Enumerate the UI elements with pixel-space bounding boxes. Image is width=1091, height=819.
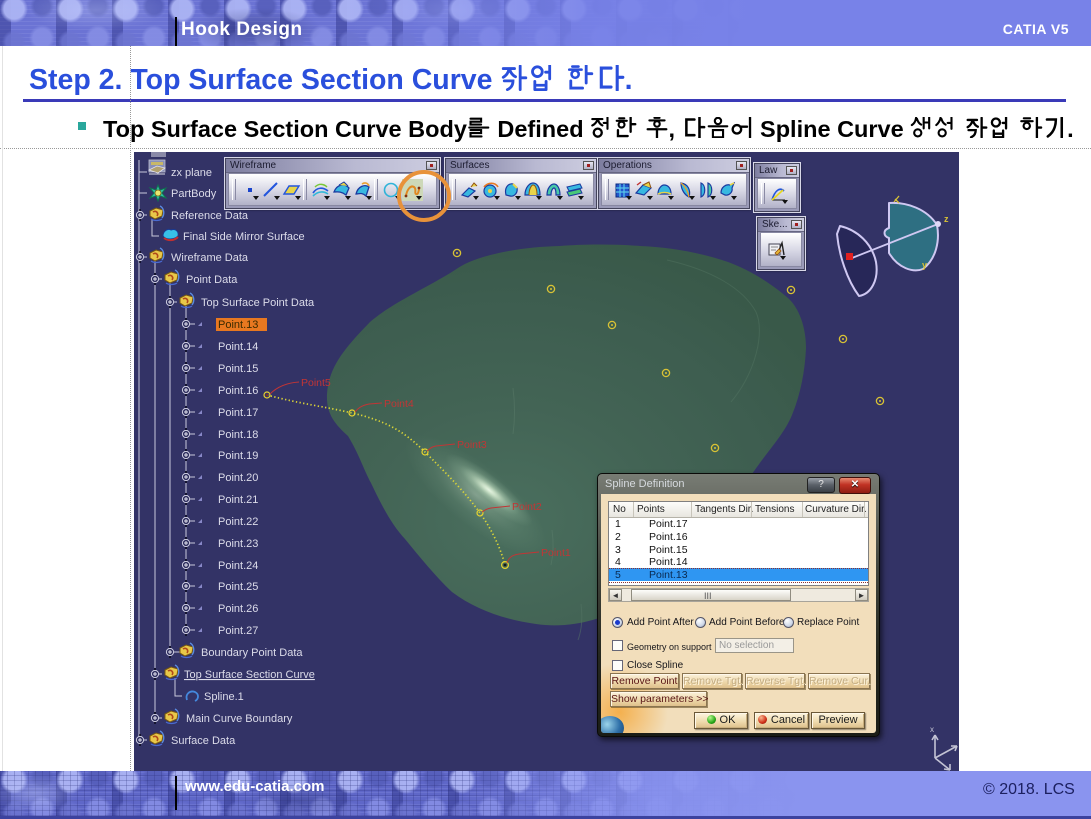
svg-text:Point3: Point3 bbox=[457, 439, 487, 451]
svg-text:Point.17: Point.17 bbox=[218, 407, 258, 419]
svg-text:Point.25: Point.25 bbox=[218, 581, 258, 593]
svg-text:Point.23: Point.23 bbox=[218, 538, 258, 550]
svg-text:Point.24: Point.24 bbox=[218, 560, 258, 572]
svg-text:zx plane: zx plane bbox=[171, 167, 212, 179]
svg-text:Point.20: Point.20 bbox=[218, 472, 258, 484]
svg-text:Main Curve Boundary: Main Curve Boundary bbox=[186, 713, 293, 725]
svg-text:Point.22: Point.22 bbox=[218, 516, 258, 528]
svg-text:Point4: Point4 bbox=[384, 398, 414, 410]
svg-text:x: x bbox=[930, 725, 934, 734]
svg-text:Wireframe Data: Wireframe Data bbox=[171, 252, 249, 264]
svg-text:Surface Data: Surface Data bbox=[171, 735, 236, 747]
svg-text:Point.15: Point.15 bbox=[218, 363, 258, 375]
svg-text:Point.21: Point.21 bbox=[218, 494, 258, 506]
svg-text:Point2: Point2 bbox=[512, 501, 542, 513]
svg-text:Point1: Point1 bbox=[541, 547, 571, 559]
svg-text:Final Side Mirror Surface: Final Side Mirror Surface bbox=[183, 231, 305, 243]
svg-text:z: z bbox=[944, 214, 949, 224]
svg-text:Point.16: Point.16 bbox=[218, 385, 258, 397]
svg-text:Point.27: Point.27 bbox=[218, 625, 258, 637]
svg-text:Top Surface Section Curve: Top Surface Section Curve bbox=[184, 669, 315, 681]
svg-text:Spline.1: Spline.1 bbox=[204, 691, 244, 703]
svg-text:PartBody: PartBody bbox=[171, 188, 217, 200]
svg-text:Point Data: Point Data bbox=[186, 274, 238, 286]
svg-text:Point5: Point5 bbox=[301, 377, 331, 389]
svg-text:Point.14: Point.14 bbox=[218, 341, 258, 353]
svg-text:Boundary Point Data: Boundary Point Data bbox=[201, 647, 303, 659]
svg-text:Point.13: Point.13 bbox=[218, 319, 258, 331]
svg-text:Reference Data: Reference Data bbox=[171, 210, 249, 222]
svg-text:Point.18: Point.18 bbox=[218, 429, 258, 441]
svg-text:Point.26: Point.26 bbox=[218, 603, 258, 615]
svg-text:Top Surface Point Data: Top Surface Point Data bbox=[201, 297, 315, 309]
svg-text:Point.19: Point.19 bbox=[218, 450, 258, 462]
svg-text:y: y bbox=[922, 260, 927, 270]
